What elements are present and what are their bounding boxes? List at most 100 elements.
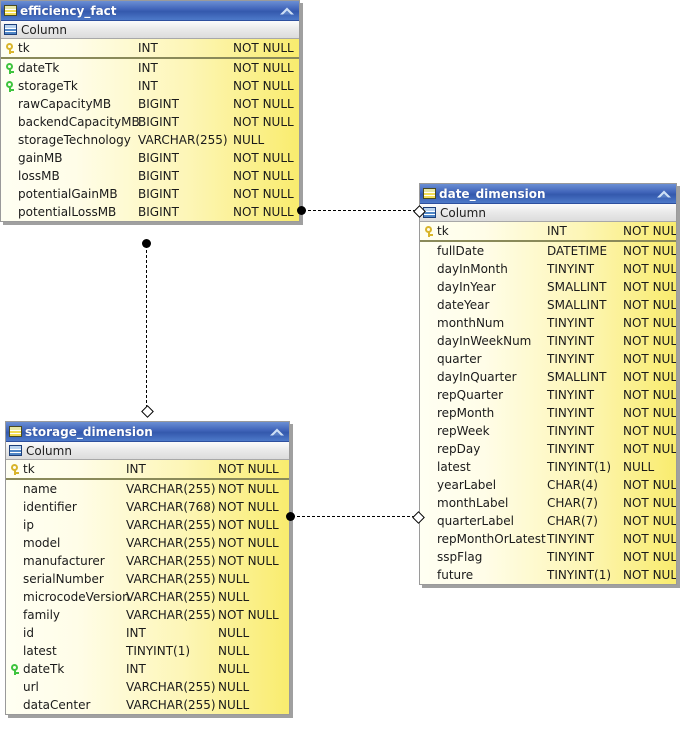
column-row[interactable]: repWeek TINYINT NOT NULL — [420, 422, 676, 440]
column-nullability: NULL — [218, 662, 250, 676]
column-type: BIGINT — [138, 169, 179, 183]
collapse-triangle-icon[interactable] — [657, 190, 671, 197]
column-row[interactable]: microcodeVersion VARCHAR(255) NULL — [6, 588, 289, 606]
table-icon — [4, 5, 17, 16]
column-name: id — [23, 626, 34, 640]
column-row[interactable]: name VARCHAR(255) NOT NULL — [6, 480, 289, 498]
er-table-efficiency_fact[interactable]: efficiency_fact Column tk INT NOT NULL dateTk… — [0, 0, 300, 222]
column-name: rawCapacityMB — [18, 97, 112, 111]
column-nullability: NOT NULL — [623, 334, 677, 348]
column-row[interactable]: repQuarter TINYINT NOT NULL — [420, 386, 676, 404]
column-row[interactable]: storageTk INT NOT NULL — [1, 77, 299, 95]
table-title-bar[interactable]: storage_dimension — [6, 422, 289, 442]
column-row[interactable]: gainMB BIGINT NOT NULL — [1, 149, 299, 167]
collapse-triangle-icon[interactable] — [280, 7, 294, 14]
column-row[interactable]: dayInYear SMALLINT NOT NULL — [420, 278, 676, 296]
column-name: storageTk — [18, 79, 78, 93]
column-name: repDay — [437, 442, 481, 456]
column-row[interactable]: url VARCHAR(255) NULL — [6, 678, 289, 696]
relationship-many-marker — [286, 512, 295, 521]
column-row[interactable]: lossMB BIGINT NOT NULL — [1, 167, 299, 185]
column-type: VARCHAR(255) — [126, 698, 216, 712]
column-name: tk — [437, 224, 449, 238]
column-name: dayInWeekNum — [437, 334, 532, 348]
column-row[interactable]: dateTk INT NULL — [6, 660, 289, 678]
column-type: INT — [547, 224, 567, 238]
column-nullability: NOT NULL — [623, 388, 677, 402]
column-type: TINYINT — [547, 442, 595, 456]
collapse-triangle-icon[interactable] — [270, 428, 284, 435]
column-row[interactable]: serialNumber VARCHAR(255) NULL — [6, 570, 289, 588]
foreign-key-icon — [6, 663, 23, 675]
column-name: dataCenter — [23, 698, 91, 712]
er-table-date_dimension[interactable]: date_dimensionColumn tk INT NOT NULL fullDat… — [419, 183, 677, 585]
column-nullability: NOT NULL — [233, 205, 294, 219]
column-row[interactable]: dataCenter VARCHAR(255) NULL — [6, 696, 289, 714]
column-row[interactable]: family VARCHAR(255) NOT NULL — [6, 606, 289, 624]
column-name: tk — [23, 462, 35, 476]
column-row[interactable]: tk INT NOT NULL — [1, 39, 299, 59]
column-row[interactable]: latest TINYINT(1) NULL — [6, 642, 289, 660]
column-name: dayInQuarter — [437, 370, 517, 384]
column-row[interactable]: ip VARCHAR(255) NOT NULL — [6, 516, 289, 534]
er-table-storage_dimension[interactable]: storage_dimension Column tk INT NOT NULL name… — [5, 421, 290, 715]
column-nullability: NULL — [218, 626, 250, 640]
column-type: INT — [126, 462, 146, 476]
column-nullability: NOT NULL — [623, 496, 677, 510]
table-title-bar[interactable]: efficiency_fact — [1, 1, 299, 21]
column-type: BIGINT — [138, 151, 179, 165]
column-row[interactable]: storageTechnology VARCHAR(255) NULL — [1, 131, 299, 149]
foreign-key-icon — [1, 62, 18, 74]
column-row[interactable]: repDay TINYINT NOT NULL — [420, 440, 676, 458]
column-name: dayInMonth — [437, 262, 508, 276]
column-nullability: NOT NULL — [623, 262, 677, 276]
column-name: family — [23, 608, 61, 622]
er-diagram-canvas: efficiency_fact Column tk INT NOT NULL dateTk… — [0, 0, 680, 729]
column-nullability: NOT NULL — [623, 316, 677, 330]
column-name: dateYear — [437, 298, 490, 312]
table-title-bar[interactable]: date_dimension — [420, 184, 676, 204]
column-group-header[interactable]: Column — [420, 204, 676, 222]
column-row[interactable]: backendCapacityMB BIGINT NOT NULL — [1, 113, 299, 131]
column-row[interactable]: identifier VARCHAR(768) NOT NULL — [6, 498, 289, 516]
column-row[interactable]: future TINYINT(1) NOT NULL — [420, 566, 676, 584]
column-row[interactable]: dateYear SMALLINT NOT NULL — [420, 296, 676, 314]
column-row[interactable]: model VARCHAR(255) NOT NULL — [6, 534, 289, 552]
column-name: repWeek — [437, 424, 490, 438]
column-row[interactable]: fullDate DATETIME NOT NULL — [420, 242, 676, 260]
column-row[interactable]: tk INT NOT NULL — [6, 460, 289, 480]
column-nullability: NOT NULL — [218, 482, 279, 496]
column-row[interactable]: dayInWeekNum TINYINT NOT NULL — [420, 332, 676, 350]
table-name-label: storage_dimension — [25, 424, 153, 439]
column-row[interactable]: dayInQuarter SMALLINT NOT NULL — [420, 368, 676, 386]
column-row[interactable]: repMonth TINYINT NOT NULL — [420, 404, 676, 422]
column-name: url — [23, 680, 39, 694]
column-type: BIGINT — [138, 115, 179, 129]
column-row[interactable]: quarter TINYINT NOT NULL — [420, 350, 676, 368]
column-row[interactable]: yearLabel CHAR(4) NOT NULL — [420, 476, 676, 494]
column-row[interactable]: latest TINYINT(1) NULL — [420, 458, 676, 476]
column-row[interactable]: dayInMonth TINYINT NOT NULL — [420, 260, 676, 278]
column-list: tk INT NOT NULL dateTk INT NOT NULL storageTk I… — [1, 39, 299, 221]
column-row[interactable]: dateTk INT NOT NULL — [1, 59, 299, 77]
column-row[interactable]: manufacturer VARCHAR(255) NOT NULL — [6, 552, 289, 570]
column-row[interactable]: monthNum TINYINT NOT NULL — [420, 314, 676, 332]
foreign-key-icon — [1, 80, 18, 92]
column-nullability: NOT NULL — [218, 608, 279, 622]
column-type: TINYINT(1) — [547, 460, 612, 474]
column-nullability: NOT NULL — [623, 298, 677, 312]
column-row[interactable]: monthLabel CHAR(7) NOT NULL — [420, 494, 676, 512]
column-row[interactable]: repMonthOrLatestTINYINT NOT NULL — [420, 530, 676, 548]
column-group-header[interactable]: Column — [6, 442, 289, 460]
column-row[interactable]: quarterLabel CHAR(7) NOT NULL — [420, 512, 676, 530]
column-row[interactable]: sspFlag TINYINT NOT NULL — [420, 548, 676, 566]
column-group-header[interactable]: Column — [1, 21, 299, 39]
relationship-many-marker — [297, 206, 306, 215]
column-row[interactable]: potentialGainMB BIGINT NOT NULL — [1, 185, 299, 203]
column-row[interactable]: tk INT NOT NULL — [420, 222, 676, 242]
column-row[interactable]: id INT NULL — [6, 624, 289, 642]
column-type: BIGINT — [138, 187, 179, 201]
column-row[interactable]: potentialLossMB BIGINT NOT NULL — [1, 203, 299, 221]
column-name: dateTk — [23, 662, 65, 676]
column-row[interactable]: rawCapacityMB BIGINT NOT NULL — [1, 95, 299, 113]
